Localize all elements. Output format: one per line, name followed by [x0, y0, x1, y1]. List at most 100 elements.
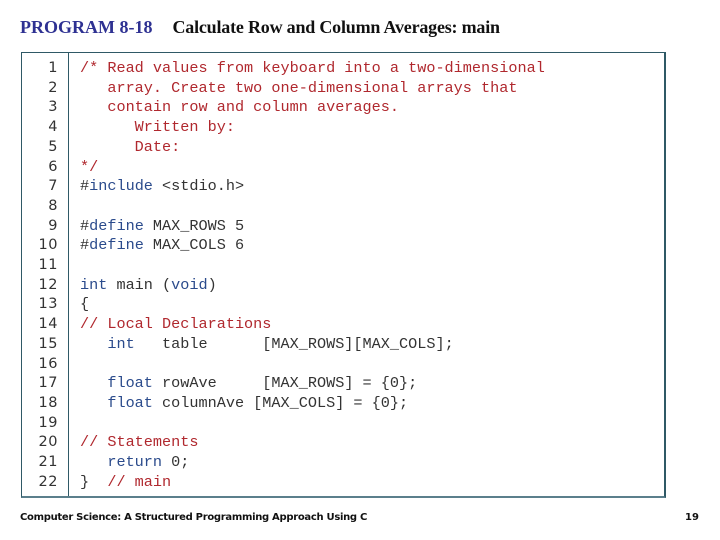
code-text: #define MAX_COLS 6 [80, 235, 244, 255]
code-line: 2 array. Create two one-dimensional arra… [22, 78, 664, 98]
code-text: array. Create two one-dimensional arrays… [80, 78, 517, 98]
code-line: 18 float columnAve [MAX_COLS] = {0}; [22, 393, 664, 413]
code-text: /* Read values from keyboard into a two-… [80, 58, 545, 78]
line-number: 5 [48, 138, 58, 155]
code-line: 3 contain row and column averages. [22, 97, 664, 117]
code-text: Written by: [80, 117, 235, 137]
footer-book-title: Computer Science: A Structured Programmi… [20, 512, 367, 523]
code-comment: Date: [80, 137, 181, 156]
code-comment: // Local Declarations [80, 315, 272, 334]
code-text: float rowAve [MAX_ROWS] = {0}; [80, 373, 417, 393]
code-line: 10 #define MAX_COLS 6 [22, 235, 664, 255]
line-number: 9 [48, 217, 58, 234]
code-token: { [80, 295, 90, 314]
line-number: 7 [48, 178, 58, 195]
code-text: { [80, 294, 89, 314]
code-comment: contain row and column averages. [80, 98, 399, 117]
code-text: int table [MAX_ROWS][MAX_COLS]; [80, 334, 454, 354]
code-line: 21 return 0; [22, 452, 664, 472]
code-line: 6 */ [22, 157, 664, 177]
code-keyword: define [89, 216, 144, 235]
code-token: main ( [107, 275, 172, 294]
line-number: 4 [48, 119, 58, 136]
line-number: 1 [48, 60, 58, 76]
line-number: 17 [38, 375, 58, 392]
code-line: 9 #define MAX_ROWS 5 [22, 216, 664, 236]
code-line: 4 Written by: [22, 117, 664, 137]
line-number: 3 [48, 99, 58, 116]
code-comment: Written by: [80, 118, 235, 137]
line-number: 10 [38, 237, 58, 254]
line-number: 6 [48, 158, 58, 175]
code-token: MAX_ROWS 5 [143, 216, 245, 235]
code-comment: // Statements [80, 433, 199, 452]
code-keyword: return [107, 453, 163, 471]
code-line: 1 /* Read values from keyboard into a two… [22, 58, 664, 78]
code-line: 14 // Local Declarations [22, 314, 664, 334]
code-line: 13 { [22, 294, 664, 314]
code-line: 15 int table [MAX_ROWS][MAX_COLS]; [22, 334, 664, 354]
line-number: 18 [38, 394, 58, 411]
line-number: 15 [38, 335, 58, 352]
code-keyword: float [107, 374, 153, 393]
code-comment: // main [107, 472, 172, 491]
code-keyword: void [171, 275, 208, 294]
code-text: } // main [80, 472, 171, 492]
code-token: # [80, 216, 90, 235]
code-text: #define MAX_ROWS 5 [80, 216, 244, 236]
code-line: 8 [22, 196, 664, 216]
code-token: <stdio.h> [152, 177, 245, 196]
code-keyword: float [107, 393, 153, 412]
code-text: */ [80, 157, 98, 177]
line-number: 14 [38, 316, 58, 333]
code-line: 12 int main (void) [22, 275, 664, 295]
program-title: Calculate Row and Column Averages: main [172, 17, 500, 37]
code-line: 11 [22, 255, 664, 275]
code-token: rowAve [MAX_ROWS] = {0}; [152, 374, 418, 393]
line-number: 8 [48, 197, 58, 214]
line-number: 12 [38, 276, 58, 293]
code-text: #include <stdio.h> [80, 176, 244, 196]
code-line: 7 #include <stdio.h> [22, 176, 664, 196]
code-text: // Local Declarations [80, 314, 271, 334]
line-number: 2 [48, 79, 58, 96]
code-text: contain row and column averages. [80, 97, 399, 117]
footer-page-number: 19 [685, 512, 699, 523]
code-line: 17 float rowAve [MAX_ROWS] = {0}; [22, 373, 664, 393]
code-keyword: int [80, 275, 108, 294]
code-listing: 1 /* Read values from keyboard into a two… [21, 52, 666, 498]
code-keyword: int [107, 334, 135, 353]
line-number: 19 [38, 414, 58, 431]
code-line: 5 Date: [22, 137, 664, 157]
code-keyword: include [89, 177, 153, 196]
line-number: 16 [38, 355, 58, 372]
line-number: 21 [38, 454, 58, 470]
code-line: 20 // Statements [22, 432, 664, 452]
code-token: # [80, 236, 90, 255]
code-line: 16 [22, 354, 664, 374]
code-token: 0; [162, 453, 190, 471]
code-token: # [80, 177, 90, 196]
code-comment: /* Read values from keyboard into a two-… [80, 59, 545, 77]
code-text: // Statements [80, 432, 198, 452]
code-comment: */ [80, 157, 99, 176]
line-number: 20 [38, 434, 58, 451]
code-token: ) [207, 275, 217, 294]
line-number: 11 [38, 257, 58, 273]
line-number: 22 [38, 473, 58, 490]
code-line: 19 [22, 413, 664, 433]
slide-title: PROGRAM 8-18 Calculate Row and Column Ave… [20, 17, 500, 38]
code-text: return 0; [80, 452, 189, 472]
code-token: } [80, 472, 108, 491]
code-comment: array. Create two one-dimensional arrays… [80, 78, 518, 97]
code-text: float columnAve [MAX_COLS] = {0}; [80, 393, 408, 413]
line-number: 13 [38, 296, 58, 313]
code-token: MAX_COLS 6 [143, 236, 245, 255]
code-token: table [MAX_ROWS][MAX_COLS]; [134, 334, 454, 353]
code-text: int main (void) [80, 275, 217, 295]
code-keyword: define [89, 236, 144, 255]
program-label: PROGRAM 8-18 [20, 17, 153, 37]
code-token: columnAve [MAX_COLS] = {0}; [152, 393, 409, 412]
